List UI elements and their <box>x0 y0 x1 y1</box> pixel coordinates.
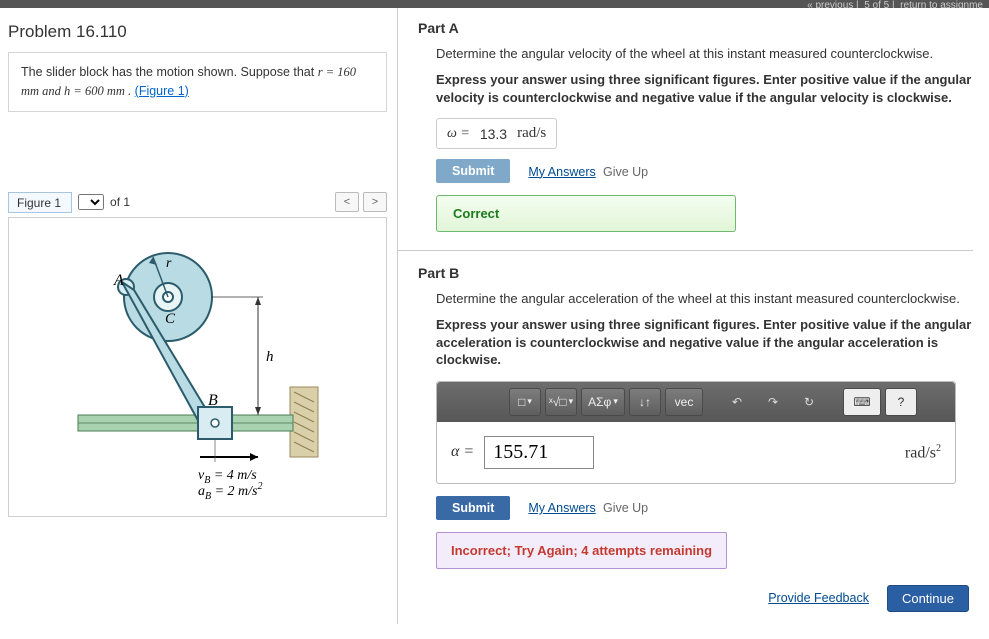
figure-selector[interactable] <box>78 194 104 210</box>
svg-text:r: r <box>166 256 172 271</box>
part-a-submit-button[interactable]: Submit <box>436 159 510 183</box>
figure-diagram: A C r h B vB = 4 m/s aB = 2 m/s2 <box>58 227 338 507</box>
reset-button[interactable]: ↻ <box>793 388 825 416</box>
problem-text: The slider block has the motion shown. S… <box>21 65 318 79</box>
redo-button[interactable]: ↷ <box>757 388 789 416</box>
provide-feedback-link[interactable]: Provide Feedback <box>768 591 869 605</box>
figure-container: A C r h B vB = 4 m/s aB = 2 m/s2 <box>8 217 387 517</box>
svg-text:C: C <box>165 311 176 327</box>
svg-text:h: h <box>266 349 274 365</box>
part-b-giveup-link[interactable]: Give Up <box>603 501 648 515</box>
part-b-value-input[interactable] <box>484 436 594 469</box>
help-button[interactable]: ? <box>885 388 917 416</box>
continue-button[interactable]: Continue <box>887 585 969 612</box>
undo-button[interactable]: ↶ <box>721 388 753 416</box>
omega-label: ω = <box>447 126 470 142</box>
vec-button[interactable]: vec <box>665 388 703 416</box>
part-b-unit: rad/s2 <box>905 443 941 462</box>
part-a-my-answers-link[interactable]: My Answers <box>528 165 595 179</box>
figure-header: Figure 1 of 1 < > <box>8 192 387 213</box>
alpha-label: α = <box>451 443 474 461</box>
right-panel: Part A Determine the angular velocity of… <box>398 8 989 624</box>
part-a-correct-feedback: Correct <box>436 195 736 232</box>
figure-next-button[interactable]: > <box>363 192 387 212</box>
toolbar-spacer <box>445 388 505 416</box>
part-b-my-answers-link[interactable]: My Answers <box>528 501 595 515</box>
part-a-value: 13.3 <box>480 126 507 142</box>
template-button[interactable]: □▾ <box>509 388 541 416</box>
part-b-instructions: Express your answer using three signific… <box>436 316 973 369</box>
divider <box>398 250 973 251</box>
figure-count: of 1 <box>110 195 130 209</box>
part-b-submit-button[interactable]: Submit <box>436 496 510 520</box>
return-link[interactable]: return to assignme <box>900 0 983 8</box>
part-a-prompt: Determine the angular velocity of the wh… <box>436 46 973 61</box>
root-button[interactable]: ˣ√□▾ <box>545 388 577 416</box>
problem-statement: The slider block has the motion shown. S… <box>8 52 387 112</box>
svg-text:A: A <box>113 272 124 289</box>
figure-prev-button[interactable]: < <box>335 192 359 212</box>
left-panel: Problem 16.110 The slider block has the … <box>0 8 398 624</box>
prev-link[interactable]: « previous <box>807 0 853 8</box>
top-nav-bar: « previous | 5 of 5 | return to assignme <box>0 0 989 8</box>
problem-title: Problem 16.110 <box>8 22 387 42</box>
svg-text:B: B <box>208 392 218 409</box>
equation-toolbar: □▾ ˣ√□▾ ΑΣφ▾ ↓↑ vec ↶ ↷ ↻ ⌨ ? <box>437 382 955 422</box>
part-b-incorrect-feedback: Incorrect; Try Again; 4 attempts remaini… <box>436 532 727 569</box>
part-a-giveup-link[interactable]: Give Up <box>603 165 648 179</box>
part-b-title: Part B <box>418 265 973 281</box>
part-b-prompt: Determine the angular acceleration of th… <box>436 291 973 306</box>
part-a-answer-box: ω = 13.3 rad/s <box>436 118 557 149</box>
part-b-input-panel: □▾ ˣ√□▾ ΑΣφ▾ ↓↑ vec ↶ ↷ ↻ ⌨ ? α = rad/s <box>436 381 956 484</box>
part-a-title: Part A <box>418 20 973 36</box>
updown-button[interactable]: ↓↑ <box>629 388 661 416</box>
keyboard-button[interactable]: ⌨ <box>843 388 881 416</box>
part-a-unit: rad/s <box>517 125 546 142</box>
greek-button[interactable]: ΑΣφ▾ <box>581 388 625 416</box>
part-a-instructions: Express your answer using three signific… <box>436 71 973 106</box>
progress-text: 5 of 5 <box>864 0 889 8</box>
figure-label[interactable]: Figure 1 <box>8 192 72 213</box>
figure-link[interactable]: (Figure 1) <box>135 84 189 98</box>
